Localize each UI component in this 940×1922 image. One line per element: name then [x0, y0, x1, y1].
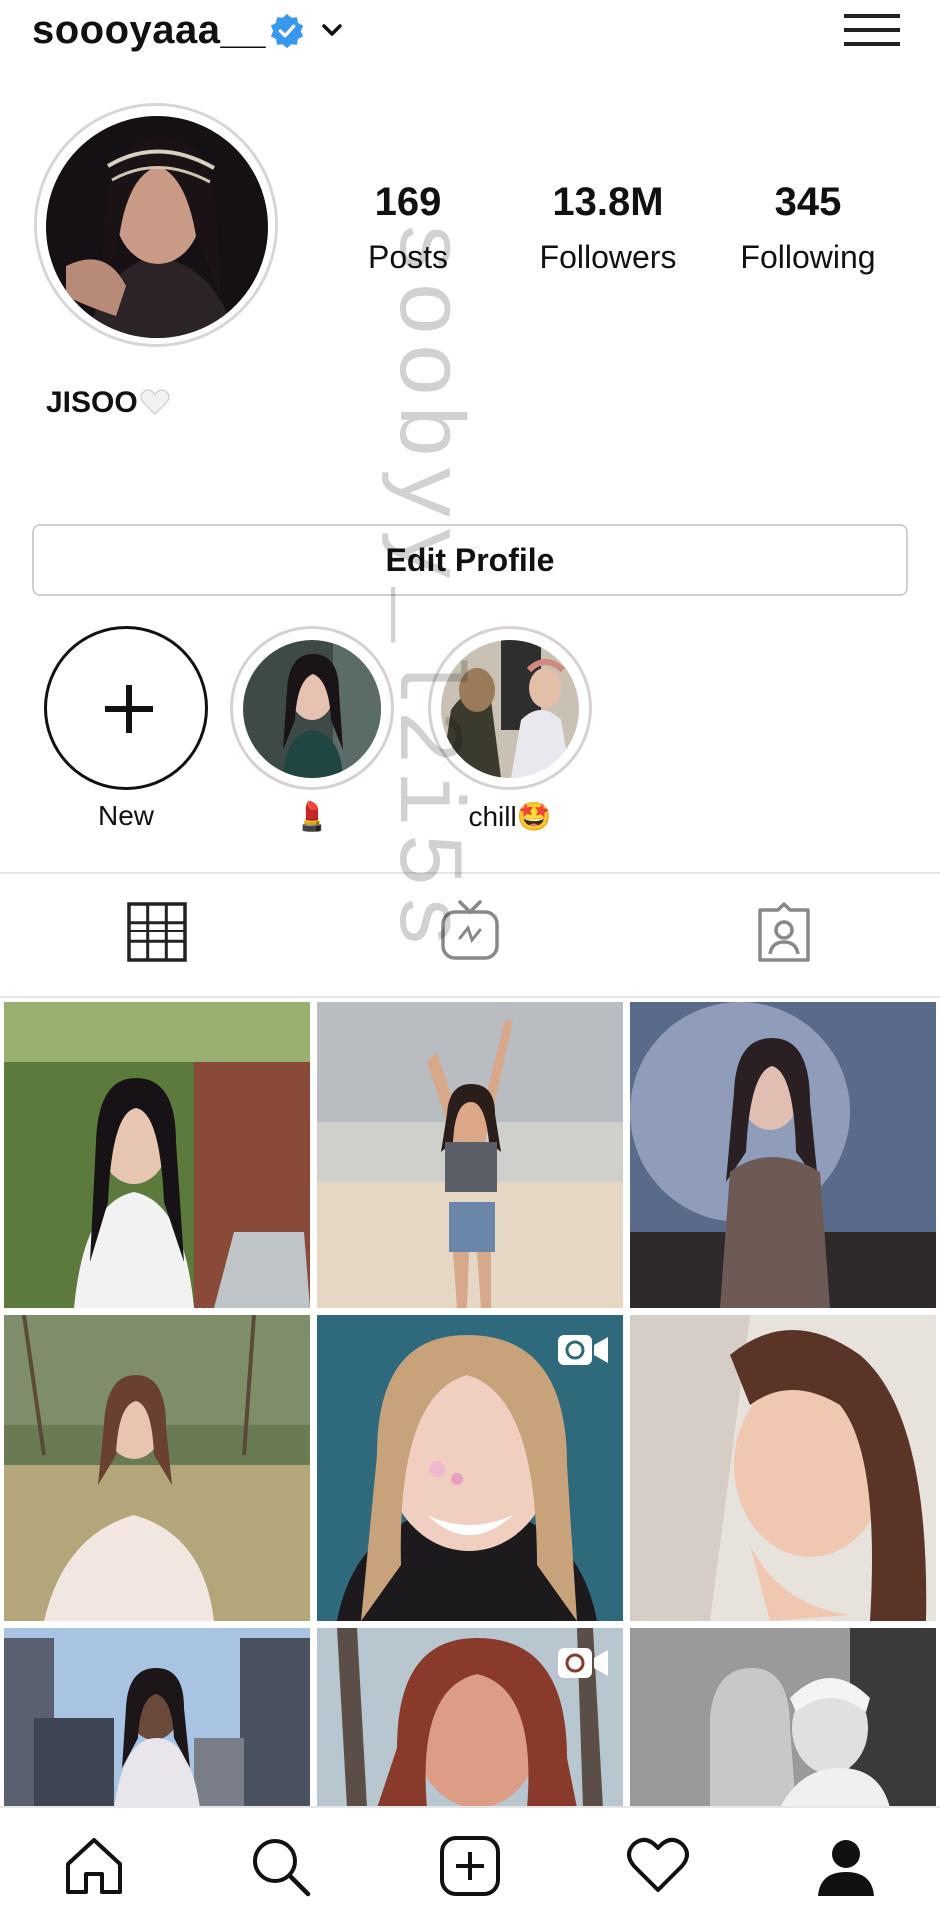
following-count: 345 [774, 180, 842, 224]
followers-count: 13.8M [552, 180, 664, 224]
top-bar: soooyaaa__ [0, 0, 940, 70]
video-icon [558, 1335, 608, 1365]
stat-followers[interactable]: 13.8M Followers [518, 180, 698, 276]
profile-avatar[interactable] [46, 116, 268, 338]
highlight-label-new: New [97, 800, 154, 831]
tagged-icon[interactable] [752, 900, 816, 964]
post-thumbnail[interactable] [317, 1628, 623, 1808]
highlight-label-lipstick: 💄 [294, 801, 330, 832]
post-thumbnail[interactable] [630, 1315, 936, 1621]
white-heart-icon [140, 389, 170, 416]
bottom-navigation [0, 1806, 940, 1922]
post-thumbnail[interactable] [317, 1002, 623, 1308]
activity-heart-icon[interactable] [626, 1834, 690, 1898]
video-icon [558, 1648, 608, 1678]
home-icon[interactable] [62, 1834, 126, 1898]
post-thumbnail[interactable] [317, 1315, 623, 1621]
highlight-lipstick-image[interactable] [243, 640, 381, 778]
stat-following[interactable]: 345 Following [718, 180, 898, 276]
highlight-new-button[interactable] [44, 626, 208, 790]
bio-name-text: JISOO [46, 386, 138, 419]
post-thumbnail[interactable] [630, 1628, 936, 1808]
post-thumbnail[interactable] [4, 1628, 310, 1808]
grid-icon[interactable] [125, 900, 189, 964]
post-thumbnail[interactable] [4, 1002, 310, 1308]
divider [0, 996, 940, 998]
username[interactable]: soooyaaa__ [32, 8, 266, 53]
followers-label: Followers [539, 239, 677, 275]
following-label: Following [740, 239, 876, 275]
posts-count: 169 [374, 180, 442, 224]
search-icon[interactable] [248, 1834, 312, 1898]
post-thumbnail[interactable] [4, 1315, 310, 1621]
hamburger-menu-icon[interactable] [844, 6, 900, 54]
watermark-text: soobyy_l2i5s [373, 220, 478, 955]
verified-badge-icon [270, 13, 304, 49]
new-post-icon[interactable] [438, 1834, 502, 1898]
profile-icon[interactable] [814, 1834, 878, 1898]
chevron-down-icon[interactable] [318, 16, 346, 44]
post-thumbnail[interactable] [630, 1002, 936, 1308]
bio-name: JISOO [46, 386, 170, 420]
